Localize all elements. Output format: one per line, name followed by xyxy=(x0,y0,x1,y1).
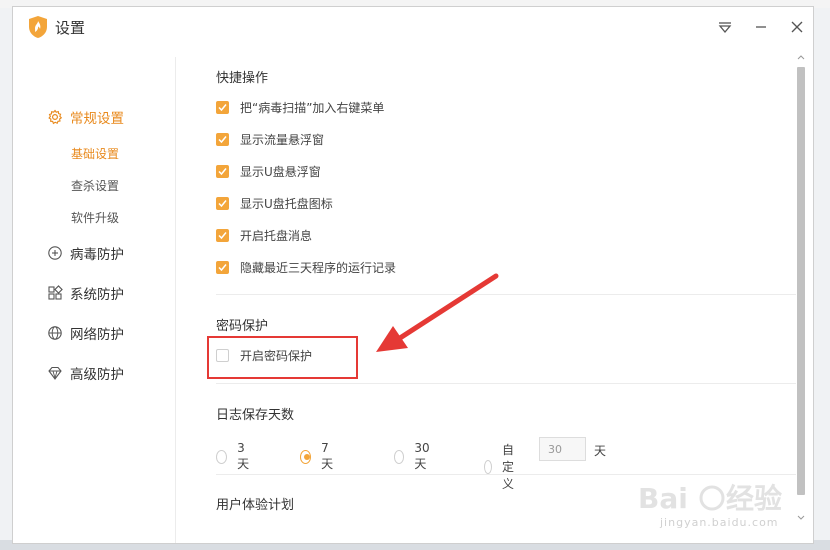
radio-button[interactable] xyxy=(216,449,228,464)
section-title-log-days: 日志保存天数 xyxy=(216,408,295,423)
checkbox-label: 显示流量悬浮窗 xyxy=(240,132,325,147)
sidebar-item-network-protection[interactable]: 网络防护 xyxy=(47,322,124,344)
radio-3-days[interactable]: 3天 xyxy=(216,441,252,472)
shield-logo-icon xyxy=(29,16,47,38)
section-divider xyxy=(216,294,796,295)
radio-label: 7天 xyxy=(321,441,334,471)
check-icon xyxy=(218,103,227,111)
background-right xyxy=(814,8,830,550)
radio-label: 3天 xyxy=(237,441,250,471)
radio-button-selected[interactable] xyxy=(300,449,312,464)
radio-label: 30天 xyxy=(414,441,430,471)
settings-window: 设置 常规设置 基础设置 查杀设置 软件升级 病毒防护 系统防护 网络防护 高级… xyxy=(12,6,814,544)
section-divider xyxy=(216,474,796,475)
checkbox-label: 开启托盘消息 xyxy=(240,228,313,243)
sidebar-subitem-scan-settings[interactable]: 查杀设置 xyxy=(71,177,119,194)
checkbox-row-usb-float[interactable]: 显示U盘悬浮窗 xyxy=(216,162,321,180)
radio-custom[interactable]: 自定义 xyxy=(484,441,520,492)
globe-icon xyxy=(48,326,62,340)
sidebar: 常规设置 基础设置 查杀设置 软件升级 病毒防护 系统防护 网络防护 高级防护 xyxy=(13,47,175,543)
watermark-url: jingyan.baidu.com xyxy=(660,516,779,529)
checkbox-checked[interactable] xyxy=(216,132,229,146)
annotation-highlight-box xyxy=(207,336,358,379)
window-title: 设置 xyxy=(55,19,86,37)
checkbox-label: 显示U盘悬浮窗 xyxy=(240,164,321,179)
sidebar-item-general-settings[interactable]: 常规设置 xyxy=(47,106,124,128)
checkbox-label: 隐藏最近三天程序的运行记录 xyxy=(240,260,397,275)
checkbox-checked[interactable] xyxy=(216,228,229,242)
checkbox-row-hide-run-records[interactable]: 隐藏最近三天程序的运行记录 xyxy=(216,258,396,276)
check-icon xyxy=(218,263,227,271)
diamond-icon xyxy=(48,366,62,380)
sidebar-item-label: 常规设置 xyxy=(70,111,124,127)
radio-button[interactable] xyxy=(484,459,492,474)
sidebar-subitem-software-upgrade[interactable]: 软件升级 xyxy=(71,209,119,226)
svg-text:经验: 经验 xyxy=(726,482,782,515)
checkbox-checked[interactable] xyxy=(216,260,229,274)
checkbox-row-usb-tray-icon[interactable]: 显示U盘托盘图标 xyxy=(216,194,333,212)
sidebar-item-label: 系统防护 xyxy=(70,287,124,303)
checkbox-row-tray-messages[interactable]: 开启托盘消息 xyxy=(216,226,312,244)
section-divider xyxy=(216,383,796,384)
settings-content: 快捷操作 把“病毒扫描”加入右键菜单 显示流量悬浮窗 显示U盘悬浮窗 显示U盘托… xyxy=(176,47,796,543)
check-icon xyxy=(218,199,227,207)
checkbox-checked[interactable] xyxy=(216,164,229,178)
sidebar-item-label: 网络防护 xyxy=(70,327,124,343)
plus-square-icon xyxy=(48,246,62,260)
custom-days-unit: 天 xyxy=(594,444,607,458)
gear-icon xyxy=(48,109,63,125)
checkbox-label: 显示U盘托盘图标 xyxy=(240,196,333,211)
check-icon xyxy=(218,135,227,143)
sidebar-item-system-protection[interactable]: 系统防护 xyxy=(47,282,124,304)
baidu-watermark-logo: Bai 经验 xyxy=(638,482,782,515)
radio-7-days[interactable]: 7天 xyxy=(300,441,336,472)
sidebar-item-virus-protection[interactable]: 病毒防护 xyxy=(47,242,124,264)
checkbox-label: 把“病毒扫描”加入右键菜单 xyxy=(240,100,385,115)
checkbox-checked[interactable] xyxy=(216,196,229,210)
background-left xyxy=(0,8,12,550)
custom-days-input[interactable] xyxy=(539,437,586,461)
scroll-down-arrow-icon[interactable] xyxy=(795,513,807,523)
check-icon xyxy=(218,167,227,175)
menu-icon[interactable] xyxy=(715,17,735,37)
grid-icon xyxy=(48,285,63,300)
radio-30-days[interactable]: 30天 xyxy=(394,441,433,472)
scroll-up-arrow-icon[interactable] xyxy=(795,52,807,62)
check-icon xyxy=(218,231,227,239)
close-icon[interactable] xyxy=(787,17,807,37)
section-title-password: 密码保护 xyxy=(216,319,269,334)
sidebar-item-advanced-protection[interactable]: 高级防护 xyxy=(47,362,124,384)
section-title-ux-plan: 用户体验计划 xyxy=(216,498,295,513)
scrollbar-thumb[interactable] xyxy=(797,67,805,495)
title-bar: 设置 xyxy=(13,7,813,47)
section-title-quick-ops: 快捷操作 xyxy=(216,71,269,86)
sidebar-item-label: 高级防护 xyxy=(70,367,124,383)
sidebar-item-label: 病毒防护 xyxy=(70,247,124,263)
checkbox-row-context-menu[interactable]: 把“病毒扫描”加入右键菜单 xyxy=(216,98,384,116)
checkbox-row-traffic-float[interactable]: 显示流量悬浮窗 xyxy=(216,130,324,148)
checkbox-checked[interactable] xyxy=(216,100,229,114)
radio-label: 自定义 xyxy=(502,443,515,491)
minimize-icon[interactable] xyxy=(751,17,771,37)
svg-text:Bai: Bai xyxy=(638,482,688,515)
radio-button[interactable] xyxy=(394,449,405,464)
sidebar-subitem-basic-settings[interactable]: 基础设置 xyxy=(71,145,119,162)
